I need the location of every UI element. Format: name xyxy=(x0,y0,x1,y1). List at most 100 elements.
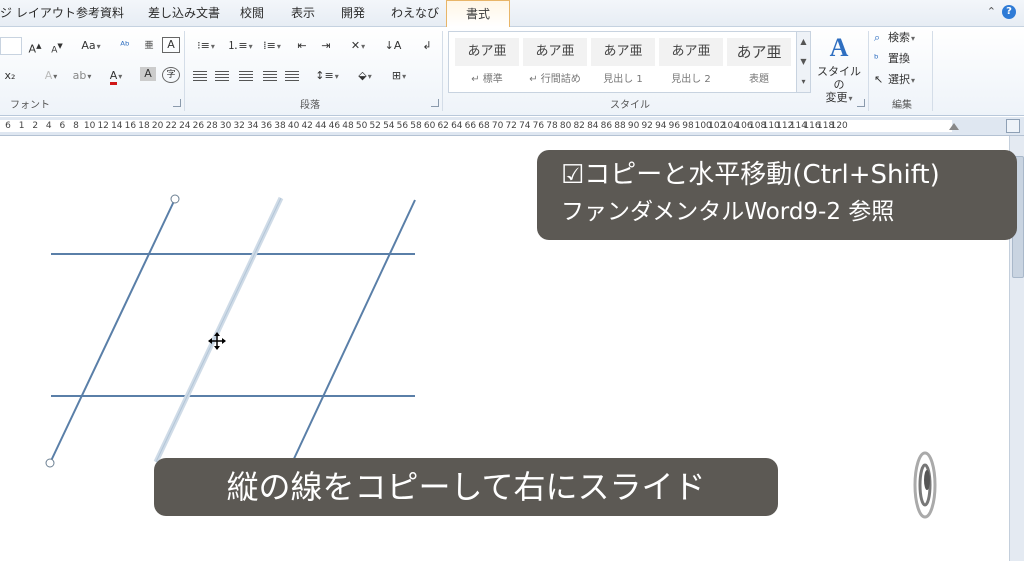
style-heading-1[interactable]: あア亜 見出し 1 xyxy=(591,36,655,86)
select-label: 選択 xyxy=(888,73,910,86)
replace-button[interactable]: ᵇ 置換 xyxy=(874,50,910,68)
more-icon[interactable]: ▾ xyxy=(797,72,810,92)
subscript-icon[interactable]: x₂ xyxy=(0,67,20,85)
tab-mailings[interactable]: 差し込み文書 xyxy=(148,0,220,26)
ruler-number: 30 xyxy=(219,121,232,131)
justify-icon[interactable] xyxy=(262,67,278,85)
paragraph-group-label: 段落 xyxy=(300,100,320,111)
tab-review[interactable]: 校閲 xyxy=(240,0,264,26)
ruler-number: 26 xyxy=(192,121,205,131)
style-no-spacing[interactable]: あア亜 ↵ 行間詰め xyxy=(523,36,587,86)
ruler-number: 42 xyxy=(301,121,313,131)
phonetic-guide-icon[interactable]: 亜 xyxy=(140,37,158,55)
slanted-line-right[interactable] xyxy=(291,199,416,464)
group-separator xyxy=(932,31,933,111)
font-dialog-launcher[interactable] xyxy=(173,99,181,107)
ruler-number: 22 xyxy=(165,121,177,131)
character-shading-icon[interactable]: A xyxy=(140,67,156,81)
help-icon[interactable]: ? xyxy=(1002,5,1016,19)
find-button[interactable]: ⌕ 検索▾ xyxy=(874,29,915,47)
enclose-characters-icon[interactable]: 字 xyxy=(162,67,180,83)
right-indent-marker[interactable] xyxy=(949,123,959,130)
grow-font-icon[interactable]: A▲ xyxy=(26,37,44,56)
ruler-number: 10 xyxy=(83,121,96,131)
ruler-toggle-button[interactable] xyxy=(1006,119,1020,133)
font-size-box[interactable] xyxy=(0,37,22,55)
ruler-number: 114 xyxy=(789,121,807,131)
ruler-number: 68 xyxy=(478,121,490,131)
caption-top-line2: ファンダメンタルWord9-2 参照 xyxy=(561,199,895,225)
scroll-up-icon[interactable]: ▲ xyxy=(797,32,810,52)
increase-indent-icon[interactable]: ⇥ xyxy=(318,37,334,55)
ribbon-tab-bar: ジ レイアウト 参考資料 差し込み文書 校閲 表示 開発 わえなび 書式 ⌃ ? xyxy=(0,0,1024,27)
change-case-icon[interactable]: Aa▾ xyxy=(78,37,104,55)
select-arrow-icon: ↖ xyxy=(874,73,884,86)
ruler-number: 34 xyxy=(247,121,259,131)
style-title[interactable]: あア亜 表題 xyxy=(727,36,791,86)
ruler-number: 120 xyxy=(830,121,848,131)
tab-developer[interactable]: 開発 xyxy=(341,0,365,26)
decrease-indent-icon[interactable]: ⇤ xyxy=(294,37,310,55)
ruler-number: 24 xyxy=(179,121,191,131)
group-separator xyxy=(868,31,869,111)
tab-format[interactable]: 書式 xyxy=(446,0,510,27)
character-scaling-icon[interactable]: ✕▾ xyxy=(344,37,372,55)
style-gallery-scroll[interactable]: ▲ ▼ ▾ xyxy=(796,31,811,93)
selection-handle-top[interactable] xyxy=(170,194,180,204)
ruler-number: 52 xyxy=(369,121,381,131)
ruler-number: 58 xyxy=(410,121,422,131)
ruler-number: 64 xyxy=(451,121,463,131)
numbering-icon[interactable]: ⒈≡▾ xyxy=(226,37,254,55)
ruler-number: 48 xyxy=(342,121,354,131)
align-right-icon[interactable] xyxy=(238,67,254,85)
ruler-number: 38 xyxy=(274,121,286,131)
replace-icon: ᵇ xyxy=(874,52,879,65)
sort-icon[interactable]: ↓A xyxy=(384,37,402,55)
style-preview: あア亜 xyxy=(523,38,587,66)
align-left-icon[interactable] xyxy=(192,67,208,85)
ruler-number: 4 xyxy=(45,121,52,131)
tab-page-layout[interactable]: ジ レイアウト xyxy=(0,0,76,26)
slanted-line-selected[interactable] xyxy=(49,198,176,464)
font-color-button[interactable]: A▾ xyxy=(104,67,128,85)
selection-handle-bottom[interactable] xyxy=(45,458,55,468)
highlight-icon[interactable]: ab▾ xyxy=(70,67,94,85)
ruler-number: 106 xyxy=(735,121,753,131)
ruler-number: 88 xyxy=(614,121,626,131)
borders-icon[interactable]: ⊞▾ xyxy=(386,67,412,85)
ruler-number: 94 xyxy=(655,121,667,131)
find-label: 検索 xyxy=(888,31,910,44)
shrink-font-icon[interactable]: A▼ xyxy=(48,37,66,56)
ruler-number: 28 xyxy=(206,121,218,131)
horizontal-ruler[interactable]: 6 1 2 4 6 8 10 12 14 16 18 20 22 24 26 28 30 32 34 36 38 40 42… xyxy=(0,117,1024,136)
line-spacing-icon[interactable]: ↕≡▾ xyxy=(314,67,340,85)
clear-format-icon[interactable]: ᴬᵇ xyxy=(116,37,134,55)
paragraph-dialog-launcher[interactable] xyxy=(431,99,439,107)
text-effects-icon[interactable]: A▾ xyxy=(40,67,62,85)
style-preview: あア亜 xyxy=(727,38,791,66)
align-center-icon[interactable] xyxy=(214,67,230,85)
style-heading-2[interactable]: あア亜 見出し 2 xyxy=(659,36,723,86)
style-normal[interactable]: あア亜 ↵ 標準 xyxy=(455,36,519,86)
ruler-number: 98 xyxy=(682,121,694,131)
distributed-icon[interactable] xyxy=(284,67,300,85)
bullets-icon[interactable]: ⁝≡▾ xyxy=(192,37,220,55)
tab-view[interactable]: 表示 xyxy=(291,0,315,26)
change-styles-button[interactable]: A スタイルの 変更▾ xyxy=(812,31,866,104)
ruler-number: 20 xyxy=(151,121,164,131)
scroll-down-icon[interactable]: ▼ xyxy=(797,52,810,72)
show-marks-icon[interactable]: ↲ xyxy=(420,37,434,55)
group-separator xyxy=(184,31,185,111)
enclosed-character-icon[interactable]: A xyxy=(162,37,180,53)
multilevel-list-icon[interactable]: ⁞≡▾ xyxy=(258,37,286,55)
shading-icon[interactable]: ⬙▾ xyxy=(352,67,378,85)
select-button[interactable]: ↖ 選択▾ xyxy=(874,71,915,89)
styles-group-label: スタイル xyxy=(610,100,650,111)
minimize-ribbon-icon[interactable]: ⌃ xyxy=(987,5,996,18)
ruler-number: 118 xyxy=(817,121,835,131)
styles-dialog-launcher[interactable] xyxy=(857,99,865,107)
tab-waenavi[interactable]: わえなび xyxy=(391,0,439,26)
ruler-number: 102 xyxy=(708,121,726,131)
tab-references[interactable]: 参考資料 xyxy=(76,0,124,26)
ruler-number: 96 xyxy=(668,121,681,131)
